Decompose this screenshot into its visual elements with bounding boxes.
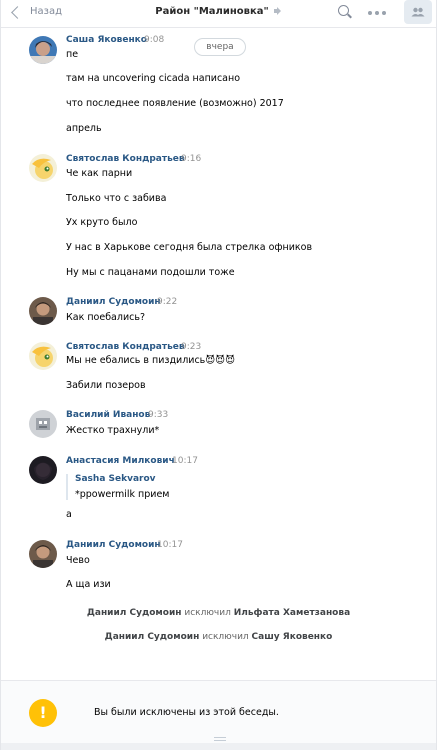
- avatar[interactable]: [29, 456, 57, 484]
- service-message: Даниил Судомоин исключил Сашу Яковенко: [1, 632, 436, 642]
- kicked-banner: ! Вы были исключены из этой беседы.: [1, 680, 436, 750]
- avatar[interactable]: [29, 540, 57, 568]
- members-icon: [411, 7, 425, 17]
- message-text: пе: [66, 49, 79, 60]
- more-icon[interactable]: [368, 11, 386, 15]
- message-text: У нас в Харькове сегодня была стрелка оф…: [66, 242, 313, 253]
- reply-quote[interactable]: Sasha Sekvarov *ppowermilk прием: [66, 474, 169, 500]
- message-text: что последнее появление (возможно) 2017: [66, 98, 284, 109]
- service-verb: исключил: [202, 632, 249, 642]
- chat-title: Район "Малиновка": [155, 6, 269, 17]
- message-author[interactable]: Святослав Кондратьев: [66, 154, 185, 164]
- message-text: Ух круто было: [66, 217, 138, 228]
- avatar[interactable]: [29, 342, 57, 370]
- pony-avatar-image: [29, 154, 57, 182]
- horizontal-scrollbar[interactable]: [1, 743, 436, 750]
- service-actor[interactable]: Даниил Судомоин: [87, 608, 182, 618]
- message-author[interactable]: Даниил Судомоин: [66, 297, 161, 307]
- service-message: Даниил Судомоин исключил Ильфата Хаметза…: [1, 608, 436, 618]
- message-text: Чево: [66, 555, 90, 566]
- message-text: Как поебались?: [66, 312, 145, 323]
- message-time[interactable]: 9:22: [157, 297, 177, 307]
- warning-icon: !: [29, 699, 57, 727]
- date-divider: вчера: [194, 38, 246, 56]
- members-button[interactable]: [404, 0, 432, 24]
- search-icon[interactable]: [338, 5, 352, 19]
- avatar[interactable]: [29, 36, 57, 64]
- message-author[interactable]: Саша Яковенко: [66, 35, 147, 45]
- message-text: Ну мы с пацанами подошли тоже: [66, 267, 235, 278]
- message-text: там на uncovering cicada написано: [66, 73, 241, 84]
- service-verb: исключил: [184, 608, 231, 618]
- daniil-avatar-image: [29, 540, 57, 568]
- message-text: Только что с забива: [66, 193, 167, 204]
- avatar[interactable]: [29, 297, 57, 325]
- message-time[interactable]: 10:17: [172, 456, 198, 466]
- service-actor[interactable]: Даниил Судомоин: [105, 632, 200, 642]
- vasily-avatar-image: [29, 410, 57, 438]
- message-time[interactable]: 9:33: [148, 410, 168, 420]
- anastasia-avatar-image: [29, 456, 57, 484]
- message-time[interactable]: 9:16: [181, 154, 201, 164]
- message-text: Жестко трахнули*: [66, 425, 160, 436]
- resize-handle-icon[interactable]: [214, 737, 226, 741]
- chat-header: Назад Район "Малиновка": [1, 0, 436, 28]
- quote-author[interactable]: Sasha Sekvarov: [75, 474, 169, 484]
- message-author[interactable]: Анастасия Милкович: [66, 456, 175, 466]
- message-text: А ща изи: [66, 579, 111, 590]
- quote-text: *ppowermilk прием: [75, 489, 170, 500]
- message-author[interactable]: Даниил Судомоин: [66, 540, 161, 550]
- message-author[interactable]: Святослав Кондратьев: [66, 342, 185, 352]
- pony-avatar-image: [29, 342, 57, 370]
- muted-icon: [273, 7, 282, 15]
- daniil-avatar-image: [29, 297, 57, 325]
- message-text: апрель: [66, 123, 102, 134]
- service-target[interactable]: Сашу Яковенко: [252, 632, 333, 642]
- message-author[interactable]: Василий Иванов: [66, 410, 150, 420]
- avatar[interactable]: [29, 154, 57, 182]
- message-text: Че как парни: [66, 168, 133, 179]
- message-text: Забили позеров: [66, 380, 146, 391]
- kicked-text: Вы были исключены из этой беседы.: [94, 707, 279, 718]
- message-time[interactable]: 9:08: [144, 35, 164, 45]
- message-text: Мы не ебались в пиздились😈😈😈: [66, 355, 235, 366]
- sasha-avatar-image: [29, 36, 57, 64]
- avatar[interactable]: [29, 410, 57, 438]
- message-time[interactable]: 9:23: [181, 342, 201, 352]
- chat-window: Назад Район "Малиновка" вчера Саша Якове…: [0, 0, 437, 750]
- message-text: а: [66, 509, 72, 520]
- message-time[interactable]: 10:17: [157, 540, 183, 550]
- service-target[interactable]: Ильфата Хаметзанова: [234, 608, 350, 618]
